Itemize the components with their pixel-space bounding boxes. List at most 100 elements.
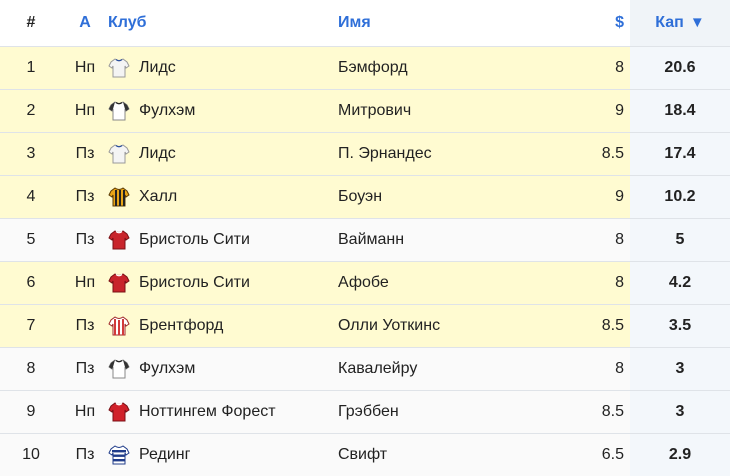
row-number: 2 [0,90,62,133]
shirt-icon [108,186,130,208]
col-header-pos[interactable]: A [62,0,108,47]
club-name: Лидс [139,145,176,163]
club-cell: Брентфорд [108,315,338,337]
table-row[interactable]: 7ПзБрентфордОлли Уоткинс8.53.5 [0,305,730,348]
player-position: Нп [62,262,108,305]
player-position: Нп [62,90,108,133]
row-number: 6 [0,262,62,305]
player-name[interactable]: Кавалейру [338,348,558,391]
shirt-icon [108,401,130,423]
player-kap: 3 [630,391,730,434]
player-kap: 3 [630,348,730,391]
player-price: 8 [558,348,630,391]
club-cell: Лидс [108,57,338,79]
col-header-num[interactable]: # [0,0,62,47]
player-name[interactable]: П. Эрнандес [338,133,558,176]
table-row[interactable]: 2Нп Фулхэм Митрович918.4 [0,90,730,133]
club-name: Фулхэм [139,102,195,120]
player-kap: 5 [630,219,730,262]
col-header-kap[interactable]: Кап ▼ [630,0,730,47]
row-number: 7 [0,305,62,348]
player-name[interactable]: Митрович [338,90,558,133]
table-row[interactable]: 4Пз Халл Боуэн910.2 [0,176,730,219]
player-name[interactable]: Грэббен [338,391,558,434]
shirt-icon [108,57,130,79]
player-position: Пз [62,348,108,391]
row-number: 9 [0,391,62,434]
player-price: 8 [558,47,630,90]
col-header-club[interactable]: Клуб [108,0,338,47]
club-name: Ноттингем Форест [139,403,276,421]
club-cell: Бристоль Сити [108,272,338,294]
row-number: 8 [0,348,62,391]
table-row[interactable]: 6НпБристоль СитиАфобе84.2 [0,262,730,305]
player-club: Халл [108,176,338,219]
player-club: Лидс [108,133,338,176]
player-club: Бристоль Сити [108,219,338,262]
player-price: 8 [558,219,630,262]
club-name: Рединг [139,446,190,464]
row-number: 5 [0,219,62,262]
shirt-icon [108,100,130,122]
col-header-name[interactable]: Имя [338,0,558,47]
player-position: Пз [62,176,108,219]
table-row[interactable]: 9Нп Ноттингем Форест Грэббен8.53 [0,391,730,434]
table-row[interactable]: 5ПзБристоль СитиВайманн85 [0,219,730,262]
shirt-icon [108,315,130,337]
shirt-icon [108,444,130,466]
club-name: Халл [139,188,177,206]
player-name[interactable]: Бэмфорд [338,47,558,90]
row-number: 1 [0,47,62,90]
player-name[interactable]: Свифт [338,434,558,476]
col-header-price[interactable]: $ [558,0,630,47]
club-cell: Ноттингем Форест [108,401,338,423]
player-price: 8.5 [558,133,630,176]
player-kap: 20.6 [630,47,730,90]
player-club: Рединг [108,434,338,476]
player-kap: 18.4 [630,90,730,133]
shirt-icon [108,143,130,165]
club-cell: Рединг [108,444,338,466]
club-cell: Бристоль Сити [108,229,338,251]
shirt-icon [108,272,130,294]
player-price: 9 [558,176,630,219]
player-position: Пз [62,305,108,348]
player-kap: 2.9 [630,434,730,476]
player-price: 9 [558,90,630,133]
table-body: 1НпЛидсБэмфорд820.62НпФулхэмМитрович918.… [0,47,730,476]
player-kap: 10.2 [630,176,730,219]
player-club: Фулхэм [108,348,338,391]
col-header-kap-label: Кап [655,14,684,31]
club-name: Фулхэм [139,360,195,378]
player-kap: 17.4 [630,133,730,176]
row-number: 4 [0,176,62,219]
player-name[interactable]: Олли Уоткинс [338,305,558,348]
player-position: Нп [62,47,108,90]
player-price: 8.5 [558,391,630,434]
player-name[interactable]: Вайманн [338,219,558,262]
player-position: Пз [62,434,108,476]
club-cell: Лидс [108,143,338,165]
player-name[interactable]: Боуэн [338,176,558,219]
sort-desc-icon: ▼ [690,14,705,31]
club-cell: Фулхэм [108,358,338,380]
table-row[interactable]: 3ПзЛидсП. Эрнандес8.517.4 [0,133,730,176]
row-number: 3 [0,133,62,176]
player-name[interactable]: Афобе [338,262,558,305]
table-row[interactable]: 8ПзФулхэмКавалейру83 [0,348,730,391]
club-name: Брентфорд [139,317,223,335]
player-kap: 4.2 [630,262,730,305]
club-name: Бристоль Сити [139,274,250,292]
player-position: Пз [62,219,108,262]
club-cell: Фулхэм [108,100,338,122]
player-position: Нп [62,391,108,434]
players-table: # A Клуб Имя $ Кап▼ 1НпЛидсБэмфорд820.62… [0,0,730,476]
club-name: Бристоль Сити [139,231,250,249]
shirt-icon [108,358,130,380]
player-club: Бристоль Сити [108,262,338,305]
table-row[interactable]: 10ПзРедингСвифт6.52.9 [0,434,730,476]
player-kap: 3.5 [630,305,730,348]
row-number: 10 [0,434,62,476]
table-row[interactable]: 1НпЛидсБэмфорд820.6 [0,47,730,90]
player-club: Фулхэм [108,90,338,133]
